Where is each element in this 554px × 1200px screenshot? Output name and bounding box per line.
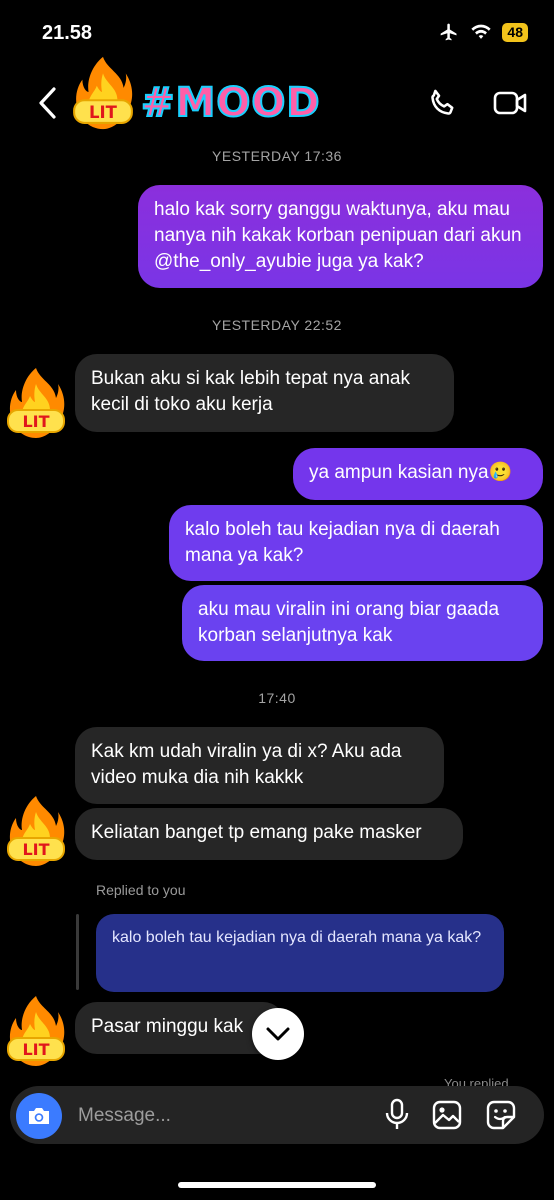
back-button[interactable]	[34, 86, 62, 120]
replied-label: Replied to you	[96, 882, 186, 898]
sticker-icon	[486, 1100, 516, 1130]
gallery-icon	[432, 1100, 462, 1130]
microphone-icon	[385, 1098, 409, 1129]
video-call-button[interactable]	[492, 86, 528, 120]
chevron-down-icon	[266, 1027, 290, 1041]
replied-message-quote[interactable]: kalo boleh tau kejadian nya di daerah ma…	[96, 914, 504, 992]
chat-title[interactable]: #MOOD	[140, 79, 321, 127]
reply-indicator-bar	[76, 914, 79, 990]
phone-icon	[431, 89, 454, 115]
message-outgoing[interactable]: kalo boleh tau kejadian nya di daerah ma…	[169, 505, 543, 581]
voice-call-button[interactable]	[426, 86, 460, 120]
battery-level: 48	[502, 22, 528, 42]
microphone-button[interactable]	[384, 1098, 410, 1132]
message-outgoing[interactable]: halo kak sorry ganggu waktunya, aku mau …	[138, 185, 543, 288]
back-chevron-icon	[39, 87, 56, 119]
message-incoming[interactable]: Kak km udah viralin ya di x? Aku ada vid…	[75, 727, 444, 804]
camera-icon	[29, 1108, 49, 1124]
fire-lit-icon	[4, 994, 68, 1068]
fire-lit-icon[interactable]	[70, 54, 136, 132]
message-incoming[interactable]: Keliatan banget tp emang pake masker	[75, 808, 463, 860]
status-time: 21.58	[42, 22, 93, 44]
gallery-button[interactable]	[431, 1099, 463, 1131]
timestamp: YESTERDAY 17:36	[212, 148, 342, 164]
scroll-to-bottom-button[interactable]	[252, 1008, 304, 1060]
sticker-button[interactable]	[485, 1099, 517, 1131]
message-outgoing[interactable]: aku mau viralin ini orang biar gaada kor…	[182, 585, 543, 661]
message-incoming[interactable]: Bukan aku si kak lebih tepat nya anak ke…	[75, 354, 454, 432]
message-input[interactable]	[76, 1100, 370, 1132]
message-outgoing[interactable]: ya ampun kasian nya🥲	[293, 448, 543, 500]
fire-lit-icon	[4, 366, 68, 440]
airplane-icon	[441, 23, 457, 41]
fire-lit-icon	[4, 794, 68, 868]
camera-button[interactable]	[16, 1093, 62, 1139]
timestamp: 17:40	[258, 690, 296, 706]
video-camera-icon	[493, 91, 527, 115]
wifi-icon	[471, 24, 492, 39]
status-icons: 48	[438, 22, 528, 42]
home-indicator[interactable]	[178, 1182, 376, 1188]
timestamp: YESTERDAY 22:52	[212, 317, 342, 333]
